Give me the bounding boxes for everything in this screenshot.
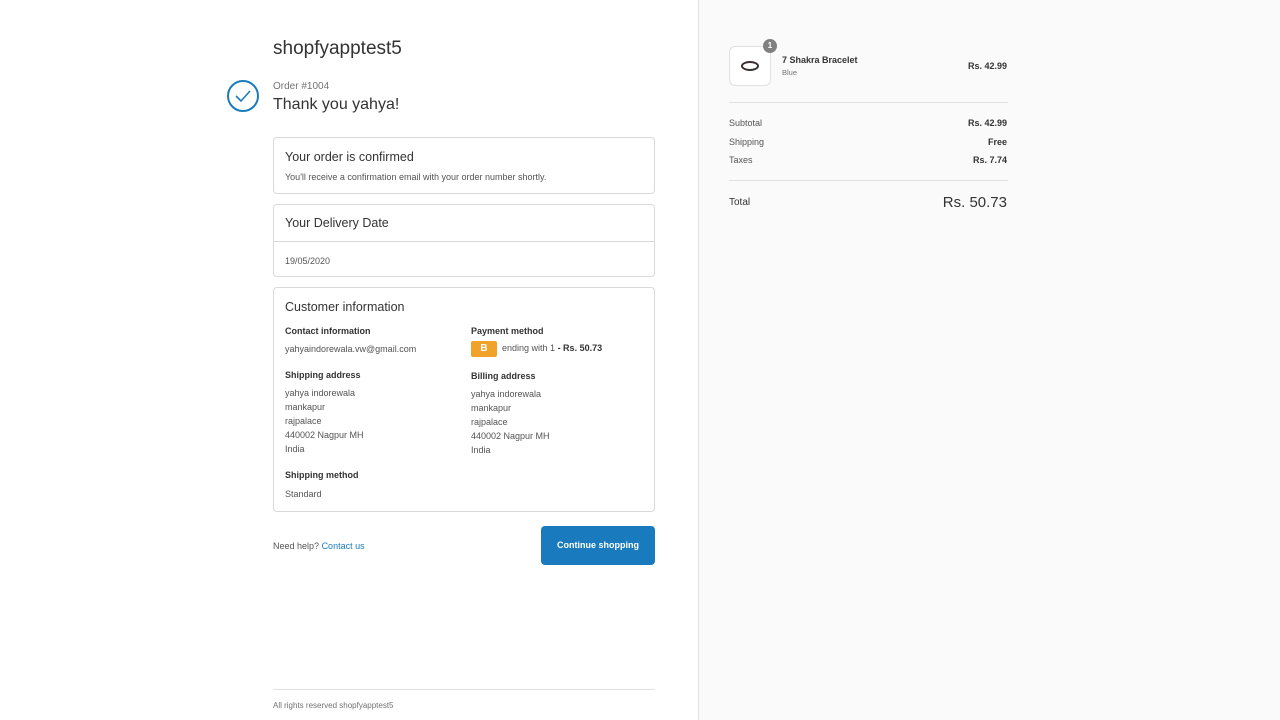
subtotal-value: Rs. 42.99 bbox=[967, 118, 1007, 128]
shipping-address-line: mankapur bbox=[285, 402, 326, 412]
shipping-address-line: rajpalace bbox=[285, 416, 322, 426]
payment-card-icon: B bbox=[471, 341, 497, 357]
order-confirmed-title: Your order is confirmed bbox=[285, 150, 414, 164]
shipping-method-label: Shipping method bbox=[285, 470, 359, 480]
delivery-date-value: 19/05/2020 bbox=[285, 256, 331, 266]
shipping-address-line: yahya indorewala bbox=[285, 388, 356, 398]
divider bbox=[274, 241, 654, 242]
continue-shopping-button[interactable]: Continue shopping bbox=[541, 526, 655, 565]
payment-details: ending with 1 - Rs. 50.73 bbox=[502, 343, 602, 353]
shipping-method-value: Standard bbox=[285, 489, 322, 499]
need-help-text: Need help? bbox=[273, 541, 320, 551]
order-number: Order #1004 bbox=[273, 81, 330, 92]
order-confirmed-text: You'll receive a confirmation email with… bbox=[285, 172, 547, 182]
shipping-value: Free bbox=[987, 137, 1007, 147]
contact-us-link[interactable]: Contact us bbox=[322, 541, 365, 551]
thank-you-heading: Thank you yahya! bbox=[273, 96, 400, 113]
customer-information-title: Customer information bbox=[285, 300, 405, 314]
payment-method-label: Payment method bbox=[471, 326, 544, 336]
delivery-date-box: Your Delivery Date 19/05/2020 bbox=[273, 204, 655, 277]
shipping-label: Shipping bbox=[729, 137, 765, 147]
payment-ending: ending with 1 bbox=[502, 343, 556, 353]
billing-address-line: yahya indorewala bbox=[471, 389, 542, 399]
quantity-badge: 1 bbox=[763, 39, 777, 53]
store-name[interactable]: shopfyapptest5 bbox=[273, 38, 402, 60]
shipping-address-label: Shipping address bbox=[285, 370, 361, 380]
delivery-date-title: Your Delivery Date bbox=[285, 216, 389, 230]
product-variant: Blue bbox=[782, 68, 798, 77]
divider bbox=[729, 102, 1008, 103]
taxes-value: Rs. 7.74 bbox=[972, 155, 1007, 165]
footer-copyright: All rights reserved shopfyapptest5 bbox=[273, 701, 394, 710]
billing-address-label: Billing address bbox=[471, 371, 536, 381]
product-name: 7 Shakra Bracelet bbox=[782, 55, 858, 65]
billing-address-line: rajpalace bbox=[471, 417, 508, 427]
product-thumbnail bbox=[729, 46, 771, 86]
shipping-address: yahya indorewala mankapur rajpalace 4400… bbox=[285, 386, 364, 456]
footer-divider bbox=[273, 689, 655, 690]
total-value: Rs. 50.73 bbox=[942, 194, 1007, 211]
total-label: Total bbox=[729, 197, 751, 208]
taxes-label: Taxes bbox=[729, 155, 753, 165]
customer-information-box: Customer information Contact information… bbox=[273, 287, 655, 512]
shipping-address-line: 440002 Nagpur MH bbox=[285, 430, 364, 440]
billing-address-line: India bbox=[471, 445, 491, 455]
billing-address-line: mankapur bbox=[471, 403, 512, 413]
main-content: shopfyapptest5 Order #1004 Thank you yah… bbox=[0, 0, 698, 720]
contact-information-label: Contact information bbox=[285, 326, 371, 336]
billing-address: yahya indorewala mankapur rajpalace 4400… bbox=[471, 387, 550, 457]
contact-email: yahyaindorewala.vw@gmail.com bbox=[285, 344, 417, 354]
order-summary-sidebar: 1 7 Shakra Bracelet Blue Rs. 42.99 Subto… bbox=[698, 0, 1280, 720]
payment-amount: - Rs. 50.73 bbox=[557, 343, 603, 353]
bracelet-image-icon bbox=[741, 61, 759, 71]
checkmark-icon bbox=[227, 80, 259, 112]
shipping-address-line: India bbox=[285, 444, 305, 454]
subtotal-label: Subtotal bbox=[729, 118, 763, 128]
order-confirmed-box: Your order is confirmed You'll receive a… bbox=[273, 137, 655, 194]
billing-address-line: 440002 Nagpur MH bbox=[471, 431, 550, 441]
product-price: Rs. 42.99 bbox=[967, 61, 1007, 71]
divider bbox=[729, 180, 1008, 181]
need-help: Need help? Contact us bbox=[273, 541, 365, 551]
